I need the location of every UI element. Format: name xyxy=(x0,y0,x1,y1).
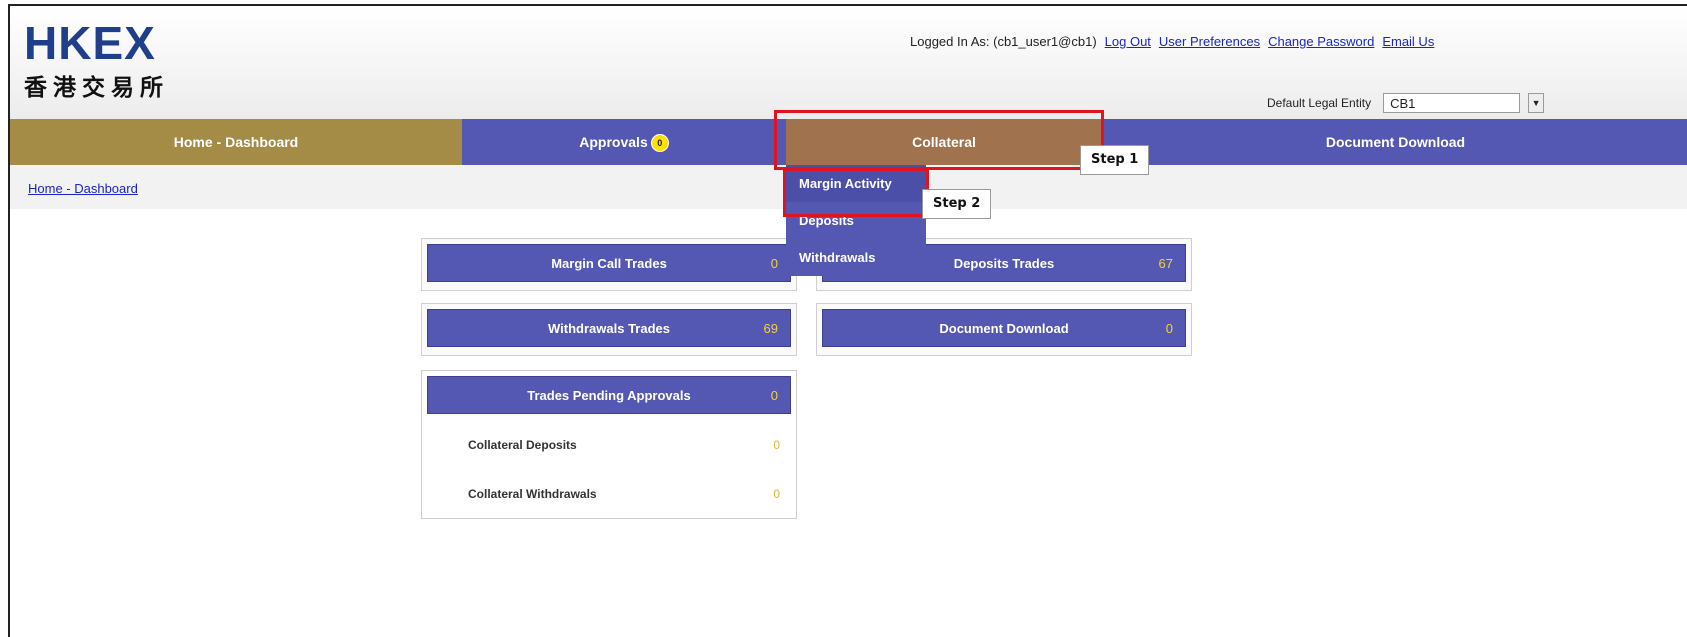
row-label: Collateral Deposits xyxy=(468,438,577,452)
menu-item-margin-activity[interactable]: Margin Activity xyxy=(786,165,926,202)
card-count: 0 xyxy=(1165,321,1173,336)
collateral-dropdown-menu: Margin Activity Deposits Withdrawals xyxy=(786,165,926,276)
card-title: Margin Call Trades xyxy=(551,256,667,271)
header: HKEX 香港交易所 Logged In As: (cb1_user1@cb1)… xyxy=(10,6,1687,119)
approvals-count-badge: 0 xyxy=(650,134,669,153)
logged-in-label: Logged In As: (cb1_user1@cb1) xyxy=(910,34,1097,49)
chevron-down-icon[interactable]: ▼ xyxy=(1528,93,1545,113)
nav-home-dashboard[interactable]: Home - Dashboard xyxy=(10,119,462,165)
row-value: 0 xyxy=(773,438,780,452)
card-count: 69 xyxy=(763,321,778,336)
card-title: Withdrawals Trades xyxy=(548,321,670,336)
margin-call-trades-card[interactable]: Margin Call Trades 0 xyxy=(421,238,797,291)
legal-entity-select[interactable]: CB1 xyxy=(1383,93,1521,113)
email-us-link[interactable]: Email Us xyxy=(1382,34,1434,49)
legal-entity-label: Default Legal Entity xyxy=(1267,96,1372,110)
row-label: Collateral Withdrawals xyxy=(468,487,597,501)
card-count: 0 xyxy=(770,388,778,403)
card-title: Deposits Trades xyxy=(953,256,1055,271)
breadcrumb[interactable]: Home - Dashboard xyxy=(28,181,138,196)
user-bar: Logged In As: (cb1_user1@cb1) Log Out User… xyxy=(910,34,1434,49)
nav-approvals[interactable]: Approvals 0 xyxy=(462,119,786,165)
main-nav: Home - Dashboard Approvals 0 Collateral D… xyxy=(10,119,1687,165)
nav-collateral[interactable]: Collateral xyxy=(786,119,1102,165)
card-title: Document Download xyxy=(939,321,1069,336)
pending-approvals-card: Trades Pending Approvals 0 Collateral De… xyxy=(421,370,797,519)
legal-entity-selector: Default Legal Entity CB1 ▼ xyxy=(1267,93,1545,113)
log-out-link[interactable]: Log Out xyxy=(1105,34,1151,49)
menu-item-deposits[interactable]: Deposits xyxy=(786,202,926,239)
card-title: Trades Pending Approvals xyxy=(527,388,691,403)
collateral-deposits-row[interactable]: Collateral Deposits 0 xyxy=(468,438,780,458)
step1-callout: Step 1 xyxy=(1080,145,1150,175)
card-count: 0 xyxy=(770,256,778,271)
card-count: 67 xyxy=(1158,256,1173,271)
logo-text-zh: 香港交易所 xyxy=(24,75,169,101)
menu-item-withdrawals[interactable]: Withdrawals xyxy=(786,239,926,276)
step2-callout: Step 2 xyxy=(922,189,992,219)
margin-call-trades-header: Margin Call Trades 0 xyxy=(427,244,791,282)
nav-document-download[interactable]: Document Download xyxy=(1102,119,1687,165)
collateral-withdrawals-row[interactable]: Collateral Withdrawals 0 xyxy=(468,487,780,507)
withdrawals-trades-header: Withdrawals Trades 69 xyxy=(427,309,791,347)
withdrawals-trades-card[interactable]: Withdrawals Trades 69 xyxy=(421,303,797,356)
nav-approvals-label: Approvals xyxy=(579,134,648,150)
user-preferences-link[interactable]: User Preferences xyxy=(1159,34,1260,49)
logo-text-en: HKEX xyxy=(24,17,156,69)
document-download-card[interactable]: Document Download 0 xyxy=(816,303,1192,356)
app-frame: HKEX 香港交易所 Logged In As: (cb1_user1@cb1)… xyxy=(8,4,1687,637)
row-value: 0 xyxy=(773,487,780,501)
hkex-logo: HKEX 香港交易所 xyxy=(24,20,169,102)
document-download-header: Document Download 0 xyxy=(822,309,1186,347)
pending-approvals-header[interactable]: Trades Pending Approvals 0 xyxy=(427,376,791,414)
change-password-link[interactable]: Change Password xyxy=(1268,34,1374,49)
